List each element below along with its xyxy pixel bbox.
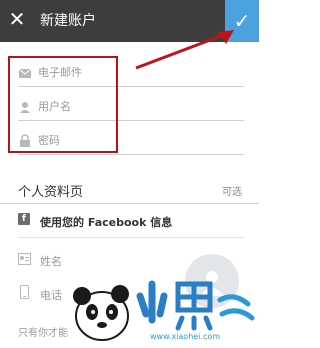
phone-icon [20,285,29,299]
facebook-label[interactable]: 使用您的 Facebook 信息 [40,214,172,230]
highlight-box [8,56,118,153]
page-title: 新建账户 [40,13,96,29]
facebook-row[interactable]: f [18,213,30,225]
profile-section-title: 个人资料页 [18,185,84,200]
watermark-url: www.xiaohei.com [150,332,221,341]
optional-label: 可选 [222,187,242,198]
divider [18,237,244,238]
facebook-icon: f [18,213,30,225]
name-card-icon [18,253,31,265]
phone-field[interactable]: 电话 [40,287,62,303]
name-field[interactable]: 姓名 [40,253,62,269]
close-icon[interactable]: ✕ [6,8,28,30]
divider [0,203,259,204]
